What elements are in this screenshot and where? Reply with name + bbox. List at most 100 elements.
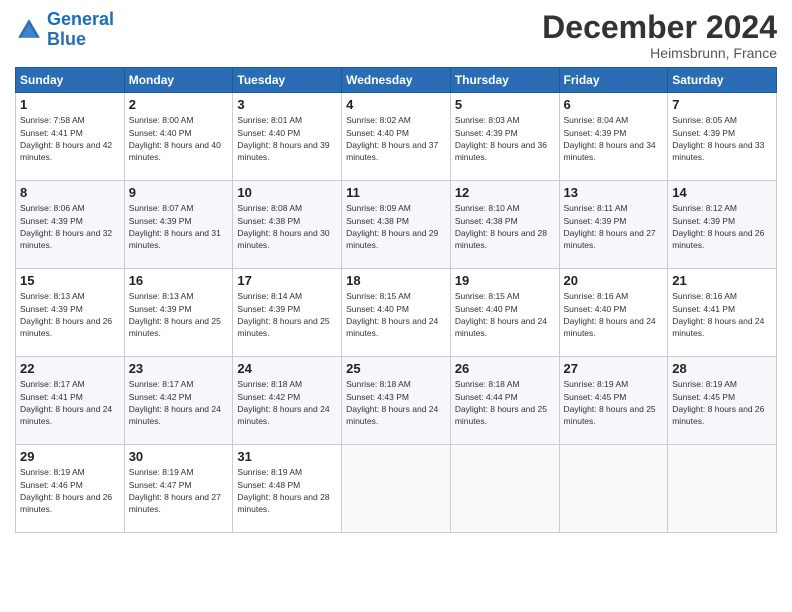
main-title: December 2024 <box>542 10 777 45</box>
day-detail: Sunrise: 8:11 AMSunset: 4:39 PMDaylight:… <box>564 202 664 251</box>
day-number: 8 <box>20 185 120 200</box>
day-detail: Sunrise: 8:01 AMSunset: 4:40 PMDaylight:… <box>237 114 337 163</box>
weekday-header-row: SundayMondayTuesdayWednesdayThursdayFrid… <box>16 68 777 93</box>
day-number: 28 <box>672 361 772 376</box>
day-detail: Sunrise: 8:19 AMSunset: 4:45 PMDaylight:… <box>672 378 772 427</box>
day-number: 19 <box>455 273 555 288</box>
day-detail: Sunrise: 8:19 AMSunset: 4:45 PMDaylight:… <box>564 378 664 427</box>
day-number: 2 <box>129 97 229 112</box>
day-number: 14 <box>672 185 772 200</box>
day-number: 25 <box>346 361 446 376</box>
calendar-day-cell: 21Sunrise: 8:16 AMSunset: 4:41 PMDayligh… <box>668 269 777 357</box>
day-detail: Sunrise: 8:08 AMSunset: 4:38 PMDaylight:… <box>237 202 337 251</box>
calendar-week-row: 15 Sunrise: 8:13 AMSunset: 4:39 PMDayligh… <box>16 269 777 357</box>
calendar-day-cell: 9 Sunrise: 8:07 AMSunset: 4:39 PMDaylight… <box>124 181 233 269</box>
page: General Blue December 2024 Heimsbrunn, F… <box>0 0 792 612</box>
calendar-day-cell: 13 Sunrise: 8:11 AMSunset: 4:39 PMDayligh… <box>559 181 668 269</box>
day-number: 23 <box>129 361 229 376</box>
calendar-day-cell <box>450 445 559 533</box>
calendar-day-cell: 25 Sunrise: 8:18 AMSunset: 4:43 PMDayligh… <box>342 357 451 445</box>
day-number: 10 <box>237 185 337 200</box>
title-block: December 2024 Heimsbrunn, France <box>542 10 777 61</box>
day-number: 7 <box>672 97 772 112</box>
calendar-day-cell: 4 Sunrise: 8:02 AMSunset: 4:40 PMDaylight… <box>342 93 451 181</box>
calendar-day-cell: 7 Sunrise: 8:05 AMSunset: 4:39 PMDaylight… <box>668 93 777 181</box>
logo-line2: Blue <box>47 29 86 49</box>
header: General Blue December 2024 Heimsbrunn, F… <box>15 10 777 61</box>
calendar-day-cell: 1 Sunrise: 7:58 AMSunset: 4:41 PMDaylight… <box>16 93 125 181</box>
day-detail: Sunrise: 8:00 AMSunset: 4:40 PMDaylight:… <box>129 114 229 163</box>
calendar-day-cell: 29 Sunrise: 8:19 AMSunset: 4:46 PMDayligh… <box>16 445 125 533</box>
calendar-day-cell: 20Sunrise: 8:16 AMSunset: 4:40 PMDayligh… <box>559 269 668 357</box>
day-number: 26 <box>455 361 555 376</box>
day-number: 5 <box>455 97 555 112</box>
calendar-day-cell: 28 Sunrise: 8:19 AMSunset: 4:45 PMDayligh… <box>668 357 777 445</box>
weekday-header-cell: Sunday <box>16 68 125 93</box>
day-number: 6 <box>564 97 664 112</box>
day-number: 12 <box>455 185 555 200</box>
calendar-day-cell: 16 Sunrise: 8:13 AMSunset: 4:39 PMDayligh… <box>124 269 233 357</box>
calendar-day-cell: 19Sunrise: 8:15 AMSunset: 4:40 PMDayligh… <box>450 269 559 357</box>
calendar-week-row: 1 Sunrise: 7:58 AMSunset: 4:41 PMDaylight… <box>16 93 777 181</box>
day-detail: Sunrise: 8:09 AMSunset: 4:38 PMDaylight:… <box>346 202 446 251</box>
day-detail: Sunrise: 8:17 AMSunset: 4:42 PMDaylight:… <box>129 378 229 427</box>
subtitle: Heimsbrunn, France <box>542 45 777 61</box>
day-detail: Sunrise: 8:04 AMSunset: 4:39 PMDaylight:… <box>564 114 664 163</box>
logo-text: General Blue <box>47 10 114 50</box>
day-number: 20 <box>564 273 664 288</box>
weekday-header-cell: Thursday <box>450 68 559 93</box>
day-number: 31 <box>237 449 337 464</box>
calendar-week-row: 8 Sunrise: 8:06 AMSunset: 4:39 PMDaylight… <box>16 181 777 269</box>
calendar-day-cell <box>668 445 777 533</box>
day-number: 9 <box>129 185 229 200</box>
weekday-header-cell: Monday <box>124 68 233 93</box>
calendar-day-cell: 17 Sunrise: 8:14 AMSunset: 4:39 PMDayligh… <box>233 269 342 357</box>
calendar-day-cell <box>342 445 451 533</box>
day-detail: Sunrise: 8:05 AMSunset: 4:39 PMDaylight:… <box>672 114 772 163</box>
calendar-week-row: 29 Sunrise: 8:19 AMSunset: 4:46 PMDayligh… <box>16 445 777 533</box>
calendar-day-cell: 3 Sunrise: 8:01 AMSunset: 4:40 PMDaylight… <box>233 93 342 181</box>
calendar-day-cell: 12 Sunrise: 8:10 AMSunset: 4:38 PMDayligh… <box>450 181 559 269</box>
day-number: 29 <box>20 449 120 464</box>
day-detail: Sunrise: 8:18 AMSunset: 4:43 PMDaylight:… <box>346 378 446 427</box>
day-detail: Sunrise: 8:07 AMSunset: 4:39 PMDaylight:… <box>129 202 229 251</box>
calendar-day-cell: 26Sunrise: 8:18 AMSunset: 4:44 PMDayligh… <box>450 357 559 445</box>
day-detail: Sunrise: 7:58 AMSunset: 4:41 PMDaylight:… <box>20 114 120 163</box>
day-number: 1 <box>20 97 120 112</box>
weekday-header-cell: Saturday <box>668 68 777 93</box>
day-number: 3 <box>237 97 337 112</box>
day-detail: Sunrise: 8:02 AMSunset: 4:40 PMDaylight:… <box>346 114 446 163</box>
day-number: 17 <box>237 273 337 288</box>
day-detail: Sunrise: 8:14 AMSunset: 4:39 PMDaylight:… <box>237 290 337 339</box>
day-detail: Sunrise: 8:06 AMSunset: 4:39 PMDaylight:… <box>20 202 120 251</box>
calendar-day-cell <box>559 445 668 533</box>
day-detail: Sunrise: 8:17 AMSunset: 4:41 PMDaylight:… <box>20 378 120 427</box>
calendar-day-cell: 24 Sunrise: 8:18 AMSunset: 4:42 PMDayligh… <box>233 357 342 445</box>
day-detail: Sunrise: 8:15 AMSunset: 4:40 PMDaylight:… <box>346 290 446 339</box>
day-number: 4 <box>346 97 446 112</box>
logo-icon <box>15 16 43 44</box>
calendar-day-cell: 18Sunrise: 8:15 AMSunset: 4:40 PMDayligh… <box>342 269 451 357</box>
calendar-day-cell: 8 Sunrise: 8:06 AMSunset: 4:39 PMDaylight… <box>16 181 125 269</box>
weekday-header-cell: Tuesday <box>233 68 342 93</box>
weekday-header-cell: Wednesday <box>342 68 451 93</box>
day-number: 15 <box>20 273 120 288</box>
day-detail: Sunrise: 8:13 AMSunset: 4:39 PMDaylight:… <box>129 290 229 339</box>
day-number: 22 <box>20 361 120 376</box>
day-number: 30 <box>129 449 229 464</box>
calendar-week-row: 22 Sunrise: 8:17 AMSunset: 4:41 PMDayligh… <box>16 357 777 445</box>
calendar-day-cell: 22 Sunrise: 8:17 AMSunset: 4:41 PMDayligh… <box>16 357 125 445</box>
calendar-day-cell: 2 Sunrise: 8:00 AMSunset: 4:40 PMDaylight… <box>124 93 233 181</box>
day-detail: Sunrise: 8:13 AMSunset: 4:39 PMDaylight:… <box>20 290 120 339</box>
day-number: 16 <box>129 273 229 288</box>
day-detail: Sunrise: 8:18 AMSunset: 4:42 PMDaylight:… <box>237 378 337 427</box>
calendar-day-cell: 15 Sunrise: 8:13 AMSunset: 4:39 PMDayligh… <box>16 269 125 357</box>
day-number: 13 <box>564 185 664 200</box>
calendar-day-cell: 31Sunrise: 8:19 AMSunset: 4:48 PMDayligh… <box>233 445 342 533</box>
day-detail: Sunrise: 8:03 AMSunset: 4:39 PMDaylight:… <box>455 114 555 163</box>
day-detail: Sunrise: 8:19 AMSunset: 4:46 PMDaylight:… <box>20 466 120 515</box>
day-detail: Sunrise: 8:10 AMSunset: 4:38 PMDaylight:… <box>455 202 555 251</box>
day-detail: Sunrise: 8:19 AMSunset: 4:47 PMDaylight:… <box>129 466 229 515</box>
day-detail: Sunrise: 8:16 AMSunset: 4:41 PMDaylight:… <box>672 290 772 339</box>
day-number: 24 <box>237 361 337 376</box>
